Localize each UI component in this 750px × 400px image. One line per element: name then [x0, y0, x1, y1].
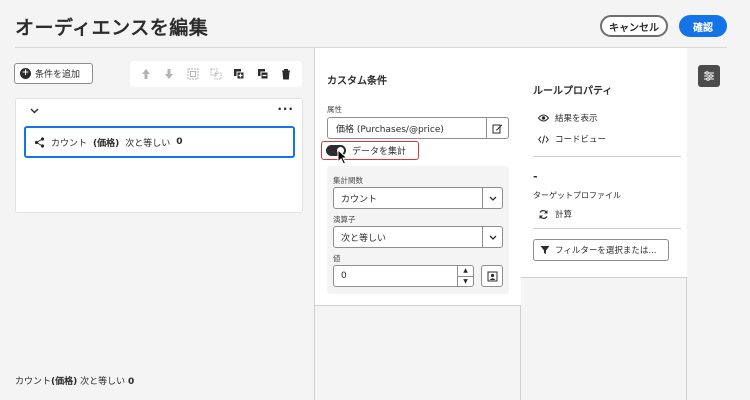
refresh-icon [539, 209, 548, 219]
collapse-icon[interactable] [253, 64, 273, 84]
eye-icon [538, 114, 549, 122]
rule-builder-panel: + 条件を追加 ··· カウント (価格) 次と等しい 0 カウント(価格) 次… [0, 48, 315, 400]
add-circle-icon: + [20, 68, 31, 79]
custom-condition-panel: カスタム条件 属性 価格 (Purchases/@price) データを集計 集… [315, 48, 521, 400]
operator-value: 次と等しい [341, 233, 387, 244]
arrow-up-icon[interactable] [136, 64, 156, 84]
custom-condition-title: カスタム条件 [327, 76, 387, 87]
value-label: 値 [333, 254, 341, 263]
value-number-field[interactable]: 0 ▲ ▼ [333, 265, 474, 287]
add-condition-button[interactable]: + 条件を追加 [14, 63, 93, 84]
edit-audience-page: オーディエンスを編集 キャンセル 確認 + 条件を追加 ··· カウント (価格… [0, 0, 750, 400]
share-nodes-icon [34, 136, 45, 148]
aggregate-settings: 集計関数 カウント 演算子 次と等しい 値 0 ▲ ▼ [327, 166, 509, 294]
custom-condition-card: カスタム条件 属性 価格 (Purchases/@price) データを集計 集… [315, 48, 521, 306]
duplicate-icon[interactable] [229, 64, 249, 84]
calculate-button[interactable]: 計算 [538, 208, 572, 220]
side-rail [688, 48, 750, 400]
summary-attribute: (価格) [51, 377, 78, 387]
operator-label: 演算子 [333, 215, 356, 224]
aggregate-data-toggle[interactable]: データを集計 [321, 141, 419, 160]
properties-toggle-button[interactable] [698, 65, 720, 87]
calculate-label: 計算 [555, 210, 573, 220]
header: オーディエンスを編集 キャンセル 確認 [0, 0, 750, 48]
page-title: オーディエンスを編集 [15, 17, 209, 39]
summary-prefix: カウント [15, 377, 52, 387]
summary-value: 0 [128, 377, 135, 387]
show-results-label: 結果を表示 [555, 114, 598, 124]
profile-card-icon [487, 271, 497, 281]
target-profile-label: ターゲットプロファイル [533, 191, 621, 200]
value-picker-button[interactable] [481, 265, 503, 287]
operator-select[interactable]: 次と等しい [333, 226, 503, 248]
rule-properties-title: ルールプロパティ [533, 86, 613, 97]
cancel-button[interactable]: キャンセル [600, 15, 668, 37]
delete-icon[interactable] [276, 64, 296, 84]
condition-group: ··· カウント (価格) 次と等しい 0 [15, 98, 303, 213]
aggregate-toggle-label: データを集計 [352, 147, 407, 157]
aggregate-function-value: カウント [341, 194, 378, 205]
add-condition-label: 条件を追加 [35, 70, 81, 80]
rule-properties-panel: ルールプロパティ 結果を表示 コードビュー - ターゲットプロファイル 計算 フ… [521, 48, 687, 400]
divider [533, 156, 681, 157]
code-view-link[interactable]: コードビュー [538, 133, 606, 145]
summary-operator: 次と等しい [80, 377, 126, 387]
select-filter-button[interactable]: フィルターを選択または... [533, 239, 669, 261]
value-input[interactable]: 0 [334, 271, 457, 281]
chevron-down-icon [482, 227, 502, 247]
stepper-up-icon[interactable]: ▲ [458, 266, 473, 277]
aggregate-function-select[interactable]: カウント [333, 187, 503, 209]
mouse-cursor-icon [337, 149, 349, 165]
edit-attribute-icon[interactable] [486, 118, 508, 138]
condition-attribute: (価格) [93, 138, 120, 149]
condition-prefix: カウント [51, 138, 88, 149]
value-stepper[interactable]: ▲ ▼ [457, 266, 473, 286]
chevron-down-icon[interactable] [30, 107, 39, 117]
divider [533, 228, 681, 229]
rule-properties-card: ルールプロパティ 結果を表示 コードビュー - ターゲットプロファイル 計算 フ… [521, 48, 687, 278]
aggregate-function-label: 集計関数 [333, 176, 363, 185]
attribute-value: 価格 (Purchases/@price) [336, 124, 444, 135]
filter-icon [540, 246, 550, 254]
code-view-label: コードビュー [555, 135, 607, 145]
attribute-field[interactable]: 価格 (Purchases/@price) [327, 117, 509, 139]
chevron-down-icon [482, 188, 502, 208]
attribute-label: 属性 [327, 105, 342, 114]
sliders-icon [704, 71, 714, 81]
confirm-button[interactable]: 確認 [679, 15, 727, 37]
select-filter-label: フィルターを選択または... [555, 246, 657, 256]
condition-item[interactable]: カウント (価格) 次と等しい 0 [24, 126, 295, 158]
more-options-icon[interactable]: ··· [277, 102, 294, 116]
code-icon [538, 134, 549, 144]
group-icon[interactable] [183, 64, 203, 84]
condition-toolbar [130, 61, 302, 87]
condition-operator: 次と等しい [125, 138, 171, 149]
profile-count: - [533, 170, 538, 183]
condition-value: 0 [176, 137, 183, 147]
ungroup-icon[interactable] [206, 64, 226, 84]
stepper-down-icon[interactable]: ▼ [458, 277, 473, 287]
show-results-link[interactable]: 結果を表示 [538, 112, 598, 124]
condition-summary: カウント(価格) 次と等しい 0 [15, 374, 134, 387]
arrow-down-icon[interactable] [159, 64, 179, 84]
